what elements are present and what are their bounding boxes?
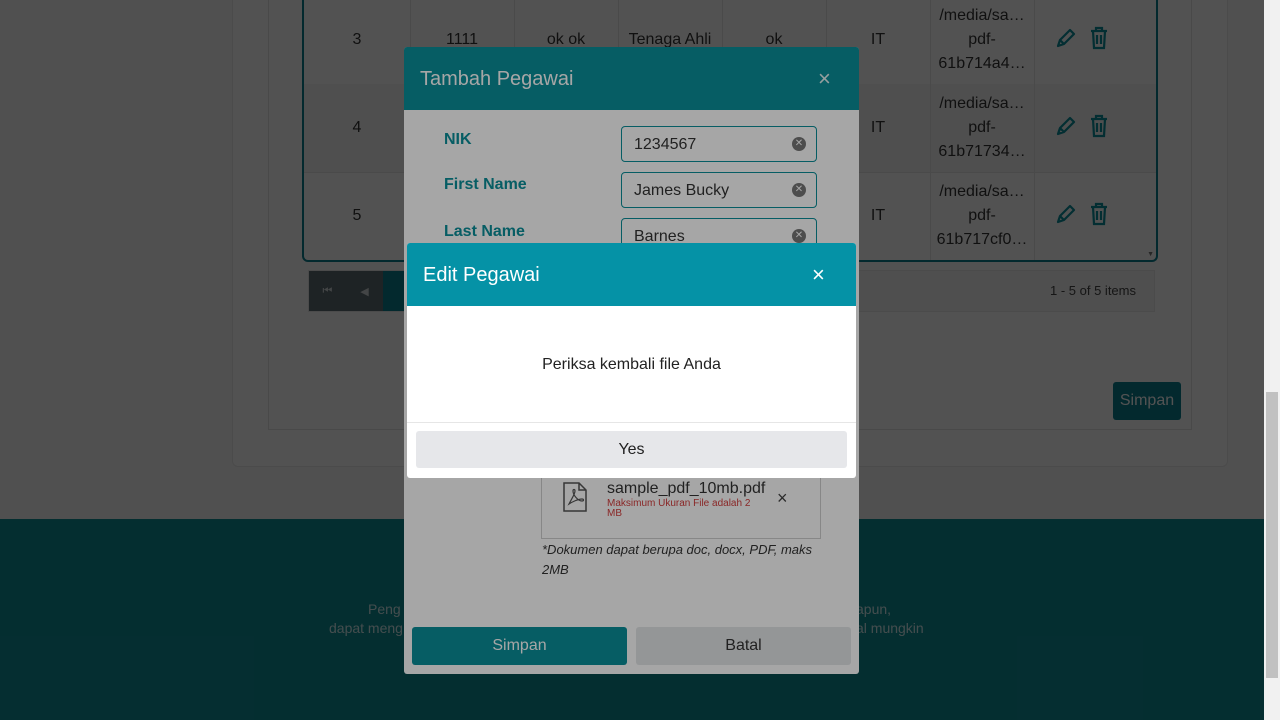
dialog-header: Edit Pegawai × [407,243,856,306]
dialog-body: Periksa kembali file Anda [407,306,856,422]
edit-employee-dialog: Edit Pegawai × Periksa kembali file Anda… [407,243,856,478]
close-icon[interactable]: × [812,262,825,288]
page-scrollbar-thumb[interactable] [1266,392,1278,678]
yes-button[interactable]: Yes [416,431,847,468]
dialog-message: Periksa kembali file Anda [542,356,721,373]
divider [407,422,856,423]
dialog-title: Edit Pegawai [423,264,540,286]
